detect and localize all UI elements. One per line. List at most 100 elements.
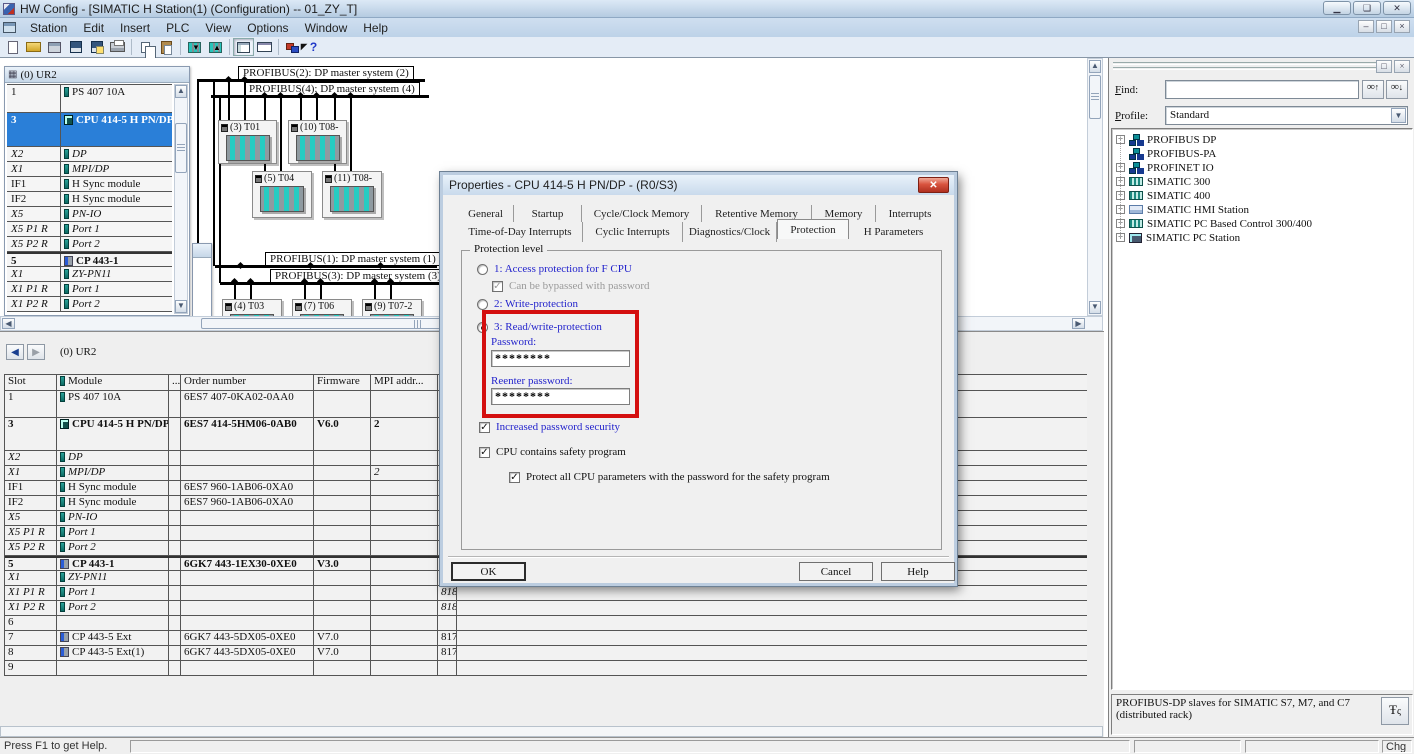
checkbox-cpu-contains-safety-program[interactable]: ✓ CPU contains safety program [479,446,626,458]
close-button[interactable]: ✕ [1383,1,1411,15]
ok-button[interactable]: OK [451,562,526,581]
child-window-icon[interactable] [3,22,16,33]
restore-button[interactable]: ❑ [1353,1,1381,15]
scrollbar-thumb[interactable] [1089,75,1101,119]
help-button[interactable]: Help [881,562,955,581]
tab-startup[interactable]: Startup [514,205,582,222]
save-and-compile-button[interactable] [86,38,107,56]
dp-slave-device[interactable]: (11) T08- [322,171,382,218]
catalog-filter-button[interactable]: Ŧς [1381,697,1409,725]
tree-item-simatic-300[interactable]: +SIMATIC 300 [1116,175,1412,188]
catalog-close-button[interactable]: × [1394,60,1410,73]
child-close-button[interactable]: × [1394,20,1410,33]
detail-horizontal-scrollbar[interactable] [0,726,1103,737]
password-input[interactable] [491,350,630,367]
station-row-x1-p1-r[interactable]: X1 P1 RPort 1 [7,282,172,297]
station-row-x5-p1-r[interactable]: X5 P1 RPort 1 [7,222,172,237]
tree-item-simatic-400[interactable]: +SIMATIC 400 [1116,189,1412,202]
tab-diagnostics-clock[interactable]: Diagnostics/Clock [683,222,777,242]
menu-options[interactable]: Options [239,20,296,36]
catalog-toggle-button[interactable] [233,38,254,56]
dp-slave-device[interactable]: (3) T01 [218,120,277,164]
checkbox-can-be-bypassed[interactable]: ✓ Can be bypassed with password [492,280,650,292]
open-online-button[interactable] [44,38,65,56]
station-row-x1[interactable]: X1MPI/DP [7,162,172,177]
dialog-title-bar[interactable]: Properties - CPU 414-5 H PN/DP - (R0/S3) [443,175,954,195]
save-button[interactable] [65,38,86,56]
profile-select[interactable]: Standard ▼ [1165,106,1408,125]
checkbox-protect-all-cpu-parameters[interactable]: ✓ Protect all CPU parameters with the pa… [509,471,830,483]
station-row-3[interactable]: 3CPU 414-5 H PN/DP [7,113,172,147]
next-rack-button[interactable]: ▶ [27,344,45,360]
tree-item-simatic-pc-station[interactable]: +SIMATIC PC Station [1116,231,1412,244]
menu-help[interactable]: Help [355,20,396,36]
paste-button[interactable] [156,38,177,56]
menu-view[interactable]: View [197,20,239,36]
station-row-x1[interactable]: X1ZY-PN11 [7,267,172,282]
upload-from-module-button[interactable]: ▲ [205,38,226,56]
checkbox-increased-password-security[interactable]: ✓ Increased password security [479,421,620,433]
copy-button[interactable] [135,38,156,56]
dialog-close-button[interactable]: ✕ [918,177,949,193]
station-row-if1[interactable]: IF1H Sync module [7,177,172,192]
catalog-drag-handle[interactable] [1113,62,1381,65]
scroll-up-icon[interactable]: ▲ [175,85,187,98]
station-row-x5-p2-r[interactable]: X5 P2 RPort 2 [7,237,172,252]
chevron-down-icon[interactable]: ▼ [1391,108,1406,123]
tab-h-parameters[interactable]: H Parameters [849,222,938,242]
child-restore-button[interactable]: □ [1376,20,1392,33]
station-window-button[interactable] [254,38,275,56]
table-row-slot-x1-p2-r[interactable]: X1 P2 RPort 28181 [5,601,1087,616]
tree-item-simatic-hmi-station[interactable]: +SIMATIC HMI Station [1116,203,1412,216]
table-row-slot-6[interactable]: 6 [5,616,1087,631]
new-station-button[interactable] [2,38,23,56]
child-minimize-button[interactable]: – [1358,20,1374,33]
tree-item-profibus-pa[interactable]: PROFIBUS-PA [1116,147,1412,160]
search-up-button[interactable]: ∞↓ [1386,80,1408,99]
scroll-down-icon[interactable]: ▼ [175,300,187,313]
table-row-slot-7[interactable]: 7CP 443-5 Ext6GK7 443-5DX05-0XE0V7.08176 [5,631,1087,646]
catalog-restore-button[interactable]: □ [1376,60,1392,73]
title-bar[interactable]: HW Config - [SIMATIC H Station(1) (Confi… [0,0,1414,18]
tree-item-profibus-dp[interactable]: +PROFIBUS DP [1116,133,1412,146]
tree-item-simatic-pc-based-control-300-400[interactable]: +SIMATIC PC Based Control 300/400 [1116,217,1412,230]
search-down-button[interactable]: ∞↑ [1362,80,1384,99]
open-station-button[interactable] [23,38,44,56]
tab-time-of-day-interrupts[interactable]: Time-of-Day Interrupts [458,222,583,242]
menu-window[interactable]: Window [297,20,356,36]
table-row-slot-8[interactable]: 8CP 443-5 Ext(1)6GK7 443-5DX05-0XE0V7.08… [5,646,1087,661]
station-row-x1-p2-r[interactable]: X1 P2 RPort 2 [7,297,172,312]
download-to-module-button[interactable]: ▼ [184,38,205,56]
tab-protection[interactable]: Protection [777,219,849,239]
reenter-password-input[interactable] [491,388,630,405]
station-row-x5[interactable]: X5PN-IO [7,207,172,222]
pane-vertical-scrollbar[interactable]: ▲ ▼ [1087,58,1103,316]
menu-station[interactable]: Station [22,20,75,36]
station-row-if2[interactable]: IF2H Sync module [7,192,172,207]
menu-plc[interactable]: PLC [158,20,197,36]
dp-slave-device[interactable]: (10) T08- [288,120,347,164]
radio-read-write-protection[interactable]: 3: Read/write-protection [477,321,602,333]
scrollbar-thumb[interactable] [175,123,187,173]
menu-edit[interactable]: Edit [75,20,112,36]
scroll-down-icon[interactable]: ▼ [1089,301,1101,314]
radio-access-protection[interactable]: 1: Access protection for F CPU [477,263,632,275]
bus-label[interactable]: PROFIBUS(2): DP master system (2) [238,66,414,80]
station-scrollbar[interactable]: ▲ ▼ [174,84,188,314]
tree-item-profinet-io[interactable]: +PROFINET IO [1116,161,1412,174]
print-button[interactable] [107,38,128,56]
previous-rack-button[interactable]: ◀ [6,344,24,360]
table-row-slot-x1-p1-r[interactable]: X1 P1 RPort 18182 [5,586,1087,601]
bus-label[interactable]: PROFIBUS(1): DP master system (1) [265,252,441,266]
menu-insert[interactable]: Insert [112,20,158,36]
tab-general[interactable]: General [458,205,514,222]
station-row-x2[interactable]: X2DP [7,147,172,162]
minimize-button[interactable]: ▁ [1323,1,1351,15]
bus-label[interactable]: PROFIBUS(3): DP master system (3) [270,269,446,283]
scroll-up-icon[interactable]: ▲ [1089,60,1101,73]
radio-write-protection[interactable]: 2: Write-protection [477,298,578,310]
tab-cyclic-interrupts[interactable]: Cyclic Interrupts [583,222,683,242]
dp-slave-device[interactable]: (5) T04 [252,171,312,218]
tab-cycle-clock-memory[interactable]: Cycle/Clock Memory [582,205,702,222]
station-window-header[interactable]: ▦ (0) UR2 [5,67,189,83]
